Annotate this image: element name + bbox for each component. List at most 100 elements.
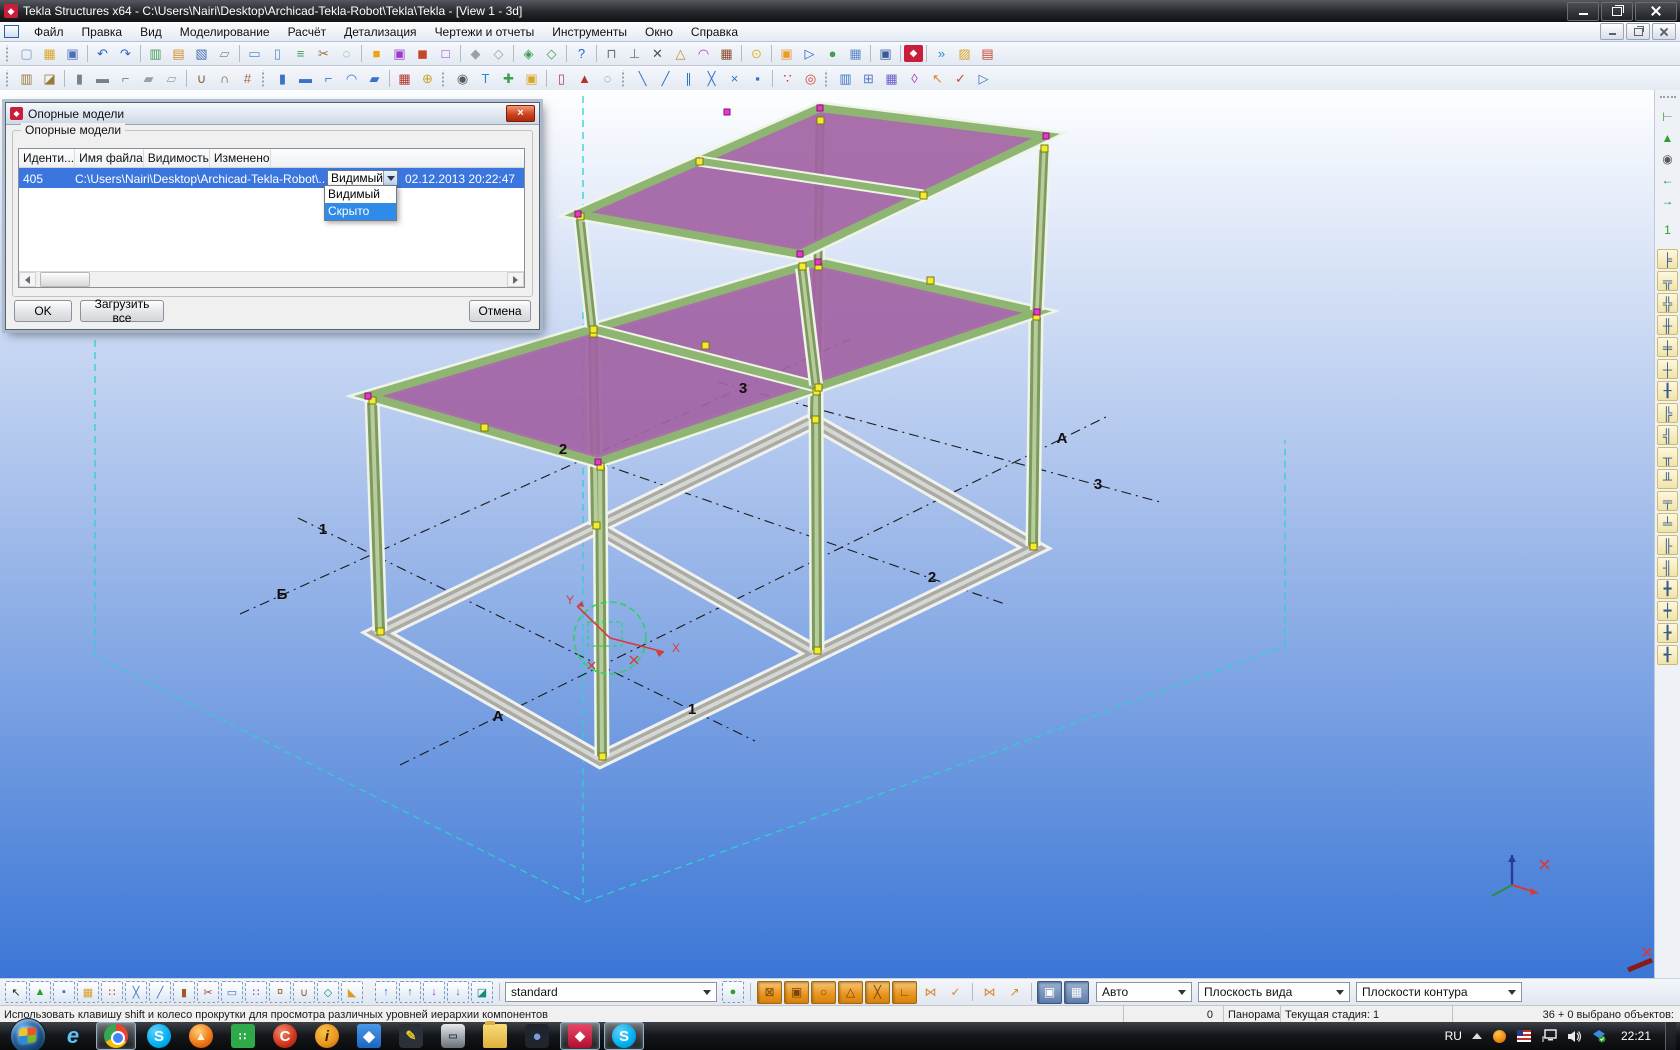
save-model-icon[interactable]: ▣	[61, 44, 84, 64]
menu-item[interactable]: Детализация	[335, 23, 425, 41]
select-reinforcement-icon[interactable]: ∪	[293, 981, 315, 1003]
concrete-beam-icon[interactable]: ▬	[294, 69, 317, 89]
steel-polybeam-icon[interactable]: ⌐	[114, 69, 137, 89]
report-list-icon[interactable]: ≡	[289, 44, 312, 64]
select-planes-icon[interactable]: ◇	[317, 981, 339, 1003]
select-assemblies-icon[interactable]: ∷	[245, 981, 267, 1003]
reinforcement-icon[interactable]: ▦	[393, 69, 416, 89]
column-header[interactable]: Видимость	[144, 149, 210, 167]
copy-icon[interactable]: ▥	[144, 44, 167, 64]
connection-icon-4[interactable]: ╪	[1657, 337, 1678, 357]
connection-icon-11[interactable]: ╤	[1657, 491, 1678, 511]
work-plane-icon[interactable]: ◊	[903, 69, 926, 89]
profile-catalog-icon[interactable]: T	[474, 69, 497, 89]
ie-taskbar-icon[interactable]: e	[54, 1023, 92, 1049]
connection-icon-10[interactable]: ╨	[1657, 469, 1678, 489]
cancel-button[interactable]: Отмена	[469, 300, 531, 322]
connection-icon-6[interactable]: ╂	[1657, 381, 1678, 401]
info-app-taskbar-icon[interactable]: i	[308, 1023, 346, 1049]
skype-taskbar-icon[interactable]: S	[140, 1023, 178, 1049]
custom-component-icon[interactable]: ▣	[520, 69, 543, 89]
point-projection-icon[interactable]: ▪	[746, 69, 769, 89]
new-model-icon[interactable]: ▢	[15, 44, 38, 64]
create-point-icon[interactable]: ◈	[517, 44, 540, 64]
scanner-app-taskbar-icon[interactable]: ▭	[434, 1023, 472, 1049]
phases-icon[interactable]: ▣	[775, 44, 798, 64]
phase-one-icon[interactable]: 1	[1658, 220, 1678, 239]
open-model-icon[interactable]: ▦	[38, 44, 61, 64]
auto-combobox[interactable]: Авто	[1096, 982, 1192, 1002]
tekla-brand-icon[interactable]: ◆	[904, 45, 923, 62]
assembly-plane-icon[interactable]: ◪	[471, 981, 493, 1003]
snap-intersection-icon[interactable]: ╳	[865, 981, 890, 1004]
inquire-object-icon[interactable]: ▷	[798, 44, 821, 64]
menu-item[interactable]: Расчёт	[279, 23, 336, 41]
import-model-icon[interactable]: ▨	[953, 44, 976, 64]
flame-app-taskbar-icon[interactable]: ▲	[182, 1023, 220, 1049]
dialog-title-bar[interactable]: ◆ Опорные модели	[6, 103, 539, 125]
flag-tray-icon[interactable]	[1517, 1029, 1532, 1044]
concrete-polybeam-icon[interactable]: ⌐	[317, 69, 340, 89]
connection-icon-18[interactable]: ╉	[1657, 645, 1678, 665]
component-move-icon[interactable]: ▲	[1658, 128, 1678, 147]
area-select-globe-icon[interactable]: ●	[722, 981, 744, 1003]
snap-corner-icon[interactable]: ∟	[892, 981, 917, 1004]
copy-objects-icon[interactable]: ▥	[15, 69, 38, 89]
paste-icon[interactable]: ▧	[190, 44, 213, 64]
chrome-taskbar-icon[interactable]	[96, 1022, 136, 1050]
back-icon[interactable]: ←	[1658, 170, 1678, 189]
point-segment-icon[interactable]: ╱	[654, 69, 677, 89]
measure-distance-icon[interactable]: ✕	[646, 44, 669, 64]
pick-pointer-icon[interactable]: ▷	[972, 69, 995, 89]
scroll-left-button[interactable]	[19, 272, 36, 287]
column-header[interactable]: Имя файла	[75, 149, 144, 167]
menu-item[interactable]: Инструменты	[543, 23, 636, 41]
measure-arc-icon[interactable]: ◠	[692, 44, 715, 64]
zoom-window-icon[interactable]: ■	[365, 44, 388, 64]
steel-beam-icon[interactable]: ▬	[91, 69, 114, 89]
connection-icon-13[interactable]: ╟	[1657, 535, 1678, 555]
connection-icon-14[interactable]: ╢	[1657, 557, 1678, 577]
select-grid-lines-icon[interactable]: ╱	[149, 981, 171, 1003]
horizontal-scrollbar[interactable]	[19, 271, 524, 287]
connection-icon-16[interactable]: ┿	[1657, 601, 1678, 621]
steel-column-icon[interactable]: ▮	[68, 69, 91, 89]
new-view-icon[interactable]: ▭	[243, 44, 266, 64]
check-points-icon[interactable]: ✓	[949, 69, 972, 89]
connection-icon-7[interactable]: ╠	[1657, 403, 1678, 423]
point-parallel-icon[interactable]: ∥	[677, 69, 700, 89]
more-tools-icon[interactable]: »	[930, 44, 953, 64]
select-cuts-icon[interactable]: ✂	[197, 981, 219, 1003]
snap-nearest-point-icon[interactable]: ○	[811, 981, 836, 1004]
grid-line-icon[interactable]: ⊥	[623, 44, 646, 64]
assembly-select-up-icon[interactable]: ↑	[375, 981, 397, 1003]
assembly-select-down-icon[interactable]: ↓	[423, 981, 445, 1003]
bolt-icon[interactable]: ⊕	[416, 69, 439, 89]
language-indicator[interactable]: RU	[1445, 1029, 1462, 1043]
zoom-out-icon[interactable]: □	[434, 44, 457, 64]
mdi-close-button[interactable]	[1652, 23, 1676, 40]
visibility-combobox[interactable]: Видимый	[327, 170, 398, 187]
move-object-icon[interactable]: ↖	[926, 69, 949, 89]
view-plane-snap-icon[interactable]: ▣	[1037, 981, 1062, 1004]
column-header[interactable]: Иденти...	[19, 149, 75, 167]
snap-midpoint-icon[interactable]: △	[838, 981, 863, 1004]
create-grid-icon[interactable]: ⊓	[600, 44, 623, 64]
point-intersection-icon[interactable]: ╳	[700, 69, 723, 89]
show-hidden-icons-button[interactable]	[1472, 1033, 1482, 1039]
project-status-icon[interactable]: ▦	[844, 44, 867, 64]
volume-tray-icon[interactable]	[1567, 1029, 1582, 1044]
editor-app-taskbar-icon[interactable]: ✎	[392, 1023, 430, 1049]
column-header[interactable]: Изменено	[210, 149, 271, 167]
select-area-icon[interactable]: ◌	[335, 44, 358, 64]
redo-icon[interactable]: ↷	[114, 44, 137, 64]
select-all-icon[interactable]: ↖	[5, 981, 27, 1003]
load-all-button[interactable]: Загрузить все	[80, 300, 164, 322]
select-components-icon[interactable]: ▲	[29, 981, 51, 1003]
connection-icon-17[interactable]: ╊	[1657, 623, 1678, 643]
menu-item[interactable]: Файл	[25, 23, 73, 41]
snap-relative-icon[interactable]: ↗	[1003, 982, 1026, 1003]
menu-item[interactable]: Чертежи и отчеты	[426, 23, 544, 41]
macros-icon[interactable]: ▣	[874, 44, 897, 64]
snap-override-icon[interactable]: ⋈	[978, 982, 1001, 1003]
